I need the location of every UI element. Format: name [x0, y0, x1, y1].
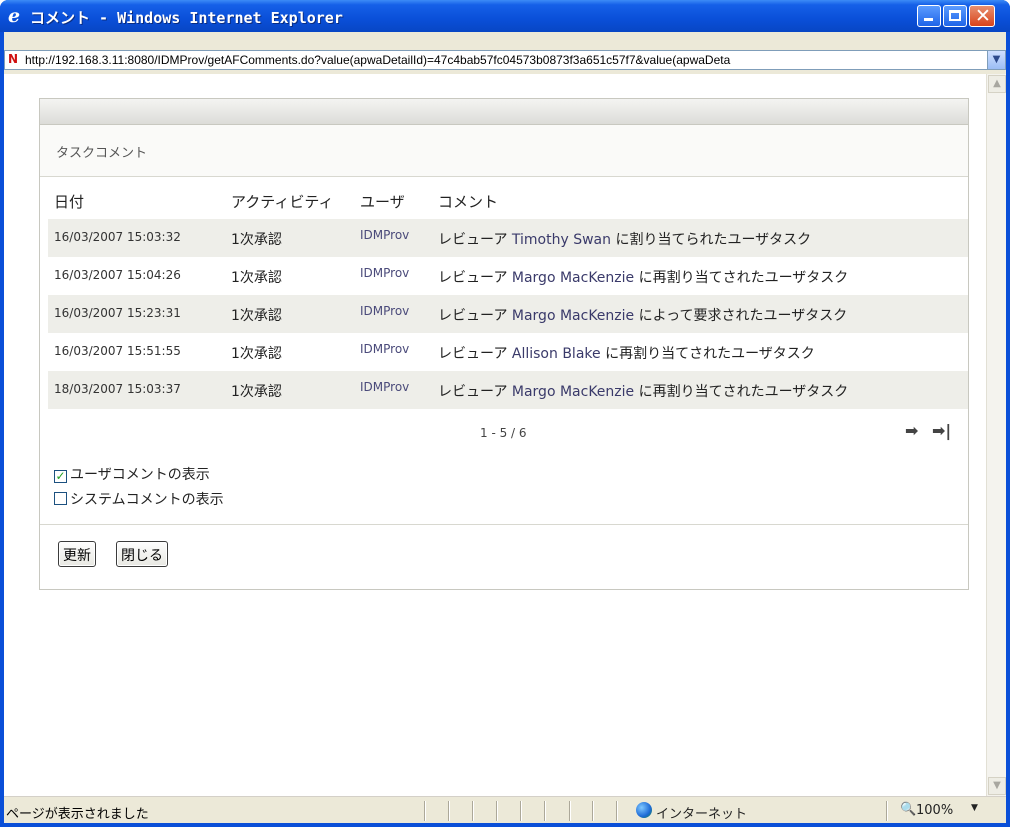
status-divider	[544, 801, 545, 821]
comment-prefix: レビューア	[438, 346, 512, 362]
status-divider	[569, 801, 570, 821]
comment-person: Allison Blake	[511, 346, 601, 362]
row-activity: 1次承認	[231, 270, 282, 286]
address-field[interactable]: N http://192.168.3.11:8080/IDMProv/getAF…	[4, 50, 1006, 70]
panel-header-bar	[40, 99, 968, 125]
page-content: タスクコメント 日付 アクティビティ ユーザ コメント 16/03/2007 1…	[4, 74, 986, 796]
panel-subtitle: タスクコメント	[56, 146, 148, 161]
panel-divider	[40, 524, 968, 525]
comment-person: Margo MacKenzie	[511, 308, 635, 324]
status-divider	[520, 801, 521, 821]
minimize-button[interactable]	[917, 5, 941, 27]
column-header-date: 日付	[54, 193, 85, 211]
comments-panel: タスクコメント 日付 アクティビティ ユーザ コメント 16/03/2007 1…	[39, 98, 969, 590]
comment-suffix: に再割り当てされたユーザタスク	[600, 346, 815, 362]
pagination-status: 1 - 5 / 6	[480, 426, 527, 440]
table-row: 16/03/2007 15:23:31 1次承認 IDMProv レビューア M…	[48, 295, 968, 333]
maximize-icon	[949, 10, 961, 21]
row-user: IDMProv	[360, 266, 410, 280]
comment-prefix: レビューア	[438, 232, 512, 248]
refresh-button[interactable]: 更新	[58, 541, 96, 567]
show-system-comments-checkbox[interactable]	[54, 492, 67, 505]
comment-person: Margo MacKenzie	[511, 384, 635, 400]
zoom-magnifier-icon[interactable]: 🔍	[900, 802, 916, 817]
status-bar: ページが表示されました インターネット 🔍 100% ▼	[4, 796, 1006, 823]
address-url[interactable]: http://192.168.3.11:8080/IDMProv/getAFCo…	[25, 53, 985, 67]
row-date: 18/03/2007 15:03:37	[54, 382, 181, 396]
row-comment: レビューア Margo MacKenzie に再割り当てされたユーザタスク	[438, 381, 848, 401]
row-comment: レビューア Margo MacKenzie に再割り当てされたユーザタスク	[438, 267, 848, 287]
maximize-button[interactable]	[943, 5, 967, 27]
minimize-icon	[924, 18, 933, 21]
comment-person: Margo MacKenzie	[511, 270, 635, 286]
comment-suffix: に再割り当てされたユーザタスク	[634, 384, 849, 400]
row-date: 16/03/2007 15:03:32	[54, 230, 181, 244]
row-user: IDMProv	[360, 342, 410, 356]
comment-suffix: によって要求されたユーザタスク	[634, 308, 848, 324]
vertical-scrollbar[interactable]: ▲ ▼	[986, 74, 1006, 796]
row-user: IDMProv	[360, 228, 410, 242]
comment-prefix: レビューア	[438, 308, 512, 324]
security-zone-label: インターネット	[656, 807, 748, 822]
zoom-dropdown-icon[interactable]: ▼	[971, 803, 978, 813]
comment-person: Timothy Swan	[511, 232, 611, 248]
status-divider	[616, 801, 617, 821]
next-page-icon[interactable]: ➡	[905, 421, 918, 440]
close-window-button[interactable]: ✕	[969, 5, 995, 27]
last-page-icon[interactable]: ➡|	[932, 421, 951, 440]
close-icon: ✕	[975, 5, 991, 27]
browser-window: e コメント - Windows Internet Explorer ✕ N h…	[0, 0, 1010, 827]
internet-zone-globe-icon	[636, 802, 652, 818]
scroll-down-icon[interactable]: ▼	[988, 777, 1006, 795]
row-comment: レビューア Allison Blake に再割り当てされたユーザタスク	[438, 343, 815, 363]
address-dropdown-icon[interactable]: ▼	[987, 51, 1005, 69]
status-divider	[886, 801, 887, 821]
row-date: 16/03/2007 15:04:26	[54, 268, 181, 282]
row-user: IDMProv	[360, 304, 410, 318]
row-activity: 1次承認	[231, 232, 282, 248]
column-header-activity: アクティビティ	[231, 193, 334, 211]
table-row: 18/03/2007 15:03:37 1次承認 IDMProv レビューア M…	[48, 371, 968, 409]
comment-suffix: に割り当てられたユーザタスク	[611, 232, 812, 248]
status-divider	[448, 801, 449, 821]
close-button[interactable]: 閉じる	[116, 541, 168, 567]
row-activity: 1次承認	[231, 384, 282, 400]
show-user-comments-label: ユーザコメントの表示	[70, 467, 210, 483]
show-system-comments-option[interactable]: システムコメントの表示	[54, 489, 224, 509]
row-date: 16/03/2007 15:51:55	[54, 344, 181, 358]
table-row: 16/03/2007 15:51:55 1次承認 IDMProv レビューア A…	[48, 333, 968, 371]
show-user-comments-option[interactable]: ✓ ユーザコメントの表示	[54, 464, 210, 484]
row-activity: 1次承認	[231, 346, 282, 362]
row-date: 16/03/2007 15:23:31	[54, 306, 181, 320]
comment-prefix: レビューア	[438, 384, 512, 400]
table-row: 16/03/2007 15:04:26 1次承認 IDMProv レビューア M…	[48, 257, 968, 295]
status-divider	[592, 801, 593, 821]
status-divider	[496, 801, 497, 821]
table-row: 16/03/2007 15:03:32 1次承認 IDMProv レビューア T…	[48, 219, 968, 257]
status-divider	[472, 801, 473, 821]
comment-prefix: レビューア	[438, 270, 512, 286]
address-bar-area: N http://192.168.3.11:8080/IDMProv/getAF…	[4, 32, 1006, 74]
scroll-up-icon[interactable]: ▲	[988, 75, 1006, 93]
ie-logo-icon: e	[8, 5, 21, 27]
comment-suffix: に再割り当てされたユーザタスク	[634, 270, 849, 286]
row-activity: 1次承認	[231, 308, 282, 324]
zoom-level[interactable]: 100%	[916, 803, 953, 818]
title-bar: e コメント - Windows Internet Explorer ✕	[0, 0, 1010, 32]
status-divider	[424, 801, 425, 821]
row-comment: レビューア Timothy Swan に割り当てられたユーザタスク	[438, 229, 811, 249]
column-header-comment: コメント	[438, 193, 499, 211]
row-user: IDMProv	[360, 380, 410, 394]
show-system-comments-label: システムコメントの表示	[70, 492, 224, 508]
column-header-user: ユーザ	[360, 193, 405, 211]
row-comment: レビューア Margo MacKenzie によって要求されたユーザタスク	[438, 305, 847, 325]
window-title: コメント - Windows Internet Explorer	[30, 9, 343, 27]
panel-subtitle-area: タスクコメント	[40, 125, 968, 177]
show-user-comments-checkbox[interactable]: ✓	[54, 470, 67, 483]
status-text: ページが表示されました	[6, 807, 149, 822]
page-favicon-icon: N	[8, 52, 19, 66]
